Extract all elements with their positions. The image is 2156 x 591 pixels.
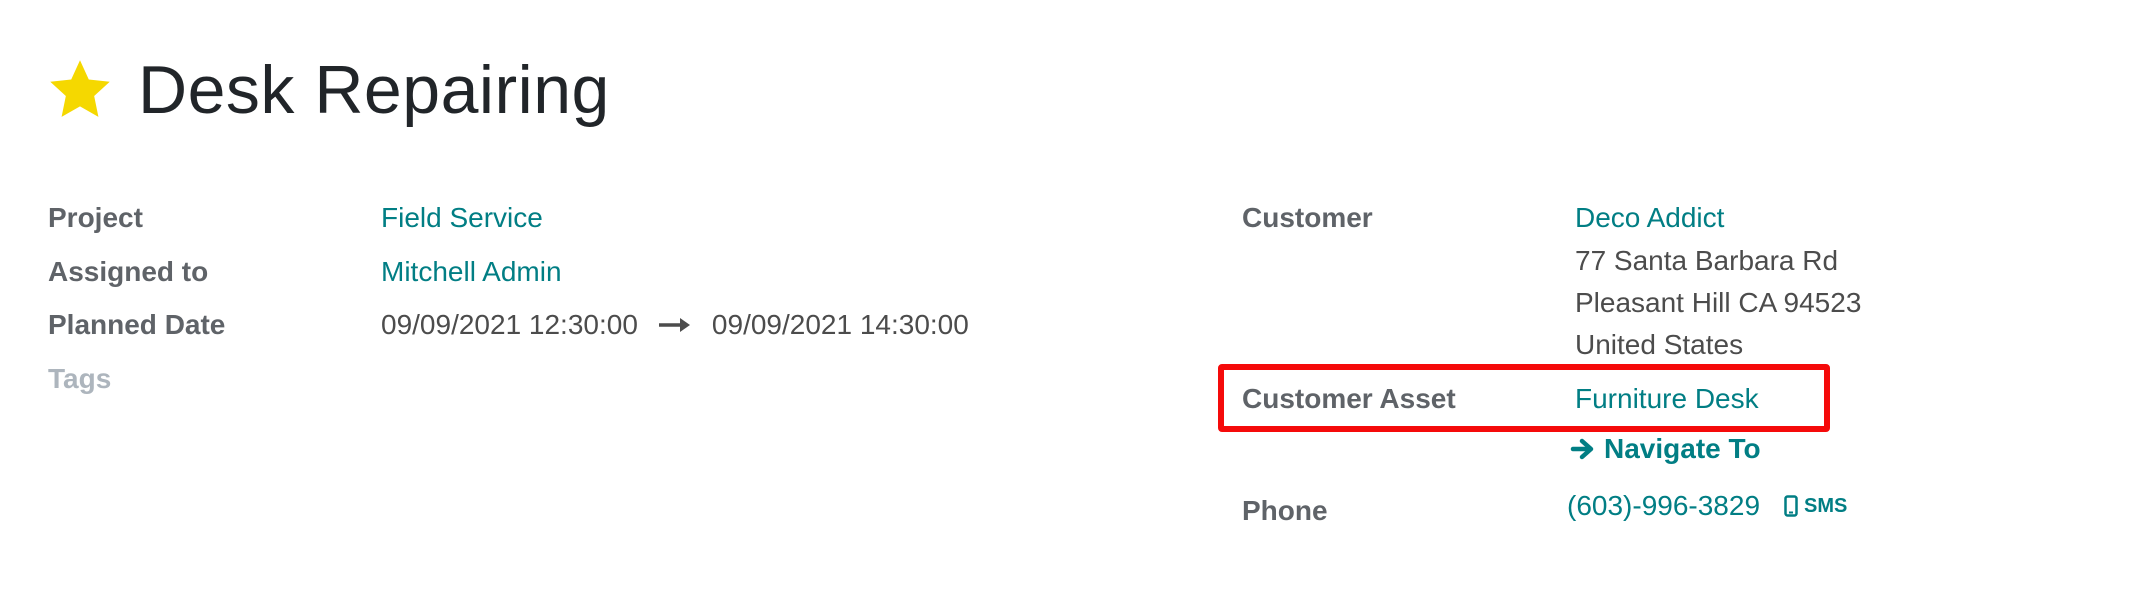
project-link[interactable]: Field Service: [381, 202, 543, 234]
star-icon[interactable]: [46, 56, 114, 124]
customer-asset-link[interactable]: Furniture Desk: [1575, 383, 1759, 415]
address-country: United States: [1575, 329, 1744, 360]
planned-date-label: Planned Date: [48, 309, 226, 340]
customer-asset-label: Customer Asset: [1242, 383, 1456, 414]
arrow-right-icon: [1570, 436, 1596, 462]
planned-date-end[interactable]: 09/09/2021 14:30:00: [712, 309, 969, 341]
phone-label: Phone: [1242, 495, 1328, 526]
project-label: Project: [48, 202, 143, 233]
navigate-to-button[interactable]: Navigate To: [1570, 433, 1761, 465]
page-title: Desk Repairing: [138, 52, 610, 128]
sms-label: SMS: [1804, 494, 1848, 517]
planned-date-start[interactable]: 09/09/2021 12:30:00: [381, 309, 638, 341]
assigned-to-link[interactable]: Mitchell Admin: [381, 256, 562, 288]
navigate-to-label: Navigate To: [1604, 433, 1761, 464]
phone-field: (603)-996-3829 SMS: [1567, 490, 1847, 522]
address-street: 77 Santa Barbara Rd: [1575, 245, 1839, 276]
arrow-right-icon: [658, 315, 692, 335]
customer-link[interactable]: Deco Addict: [1575, 202, 1724, 234]
address-city: Pleasant Hill CA 94523: [1575, 287, 1862, 318]
customer-label: Customer: [1242, 202, 1373, 233]
phone-link[interactable]: (603)-996-3829: [1567, 490, 1760, 522]
tags-field[interactable]: [381, 356, 981, 400]
sms-button[interactable]: SMS: [1784, 495, 1847, 518]
tags-label: Tags: [48, 363, 112, 394]
customer-address: 77 Santa Barbara Rd Pleasant Hill CA 945…: [1575, 240, 1861, 366]
record-header: Desk Repairing: [46, 40, 610, 140]
mobile-phone-icon: [1784, 495, 1798, 517]
planned-date-range: 09/09/2021 12:30:00 09/09/2021 14:30:00: [381, 309, 969, 341]
assigned-to-label: Assigned to: [48, 256, 209, 287]
